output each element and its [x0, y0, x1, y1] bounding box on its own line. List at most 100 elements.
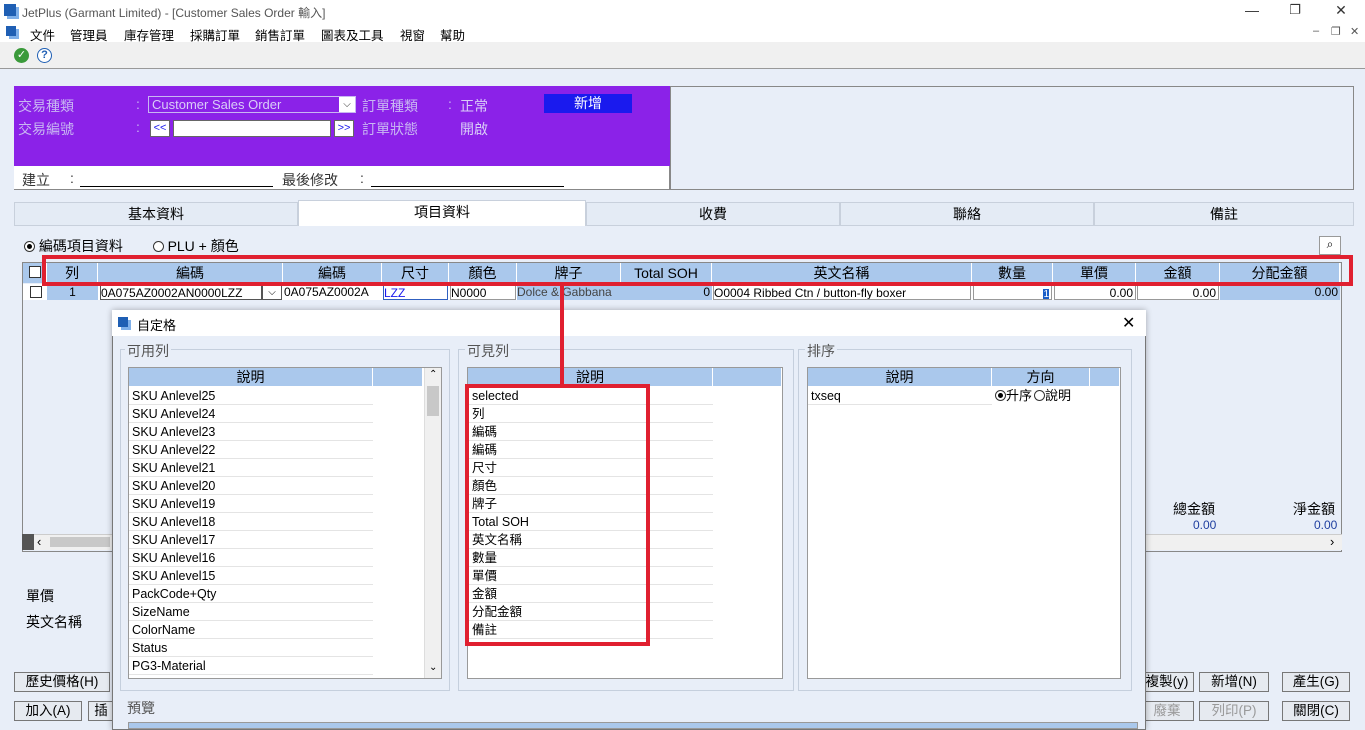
mdi-restore-button[interactable]: ❐ — [1331, 25, 1341, 38]
chevron-down-icon[interactable]: ⌵ — [262, 284, 282, 300]
available-item[interactable]: SKU Anlevel21 — [129, 459, 373, 477]
tab-contact[interactable]: 聯絡 — [840, 202, 1094, 226]
radio-code-items[interactable] — [24, 241, 35, 252]
chevron-down-icon[interactable]: ⌵ — [339, 97, 355, 112]
radio-code-items-label: 編碼項目資料 — [38, 238, 123, 254]
available-item[interactable]: SKU Anlevel24 — [129, 405, 373, 423]
available-scrollbar[interactable]: ⌃ ⌄ — [424, 368, 441, 678]
cell-size[interactable]: LZZ — [383, 284, 448, 300]
scroll-left-icon[interactable]: ‹ — [37, 534, 41, 549]
available-item[interactable]: Status — [129, 639, 373, 657]
available-item[interactable]: SKU Anlevel23 — [129, 423, 373, 441]
copy-button[interactable]: 複製(y) — [1140, 672, 1194, 692]
next-record-button[interactable]: >> — [334, 120, 354, 137]
restore-button[interactable]: ❐ — [1285, 2, 1305, 18]
scroll-up-icon[interactable]: ⌃ — [429, 369, 437, 380]
toolbar: ✓ ? — [0, 42, 1365, 69]
highlight-visible-columns — [465, 384, 650, 646]
scroll-right-icon[interactable]: › — [1330, 534, 1334, 549]
window-title: JetPlus (Garmant Limited) - [Customer Sa… — [22, 6, 326, 20]
create-value-line — [80, 186, 273, 187]
dialog-close-icon[interactable]: ✕ — [1122, 313, 1135, 333]
tab-items[interactable]: 項目資料 — [298, 200, 586, 226]
gross-total-value: 0.00 — [1193, 518, 1217, 532]
mdi-close-button[interactable]: ✕ — [1350, 25, 1359, 38]
txn-no-input[interactable] — [173, 120, 331, 137]
net-total-value: 0.00 — [1314, 518, 1338, 532]
radio-plu-color[interactable] — [152, 241, 164, 252]
cell-total-soh: 0 — [621, 284, 712, 300]
available-item[interactable]: PG3-Material — [129, 657, 373, 675]
available-item[interactable]: SizeName — [129, 603, 373, 621]
sort-list[interactable] — [807, 367, 1121, 679]
cell-eng-name[interactable]: O0004 Ribbed Ctn / button-fly boxer — [713, 284, 971, 300]
sort-field[interactable]: txseq — [808, 387, 992, 405]
grid-scroll-start — [22, 534, 34, 550]
cell-qty[interactable]: 1 — [973, 284, 1052, 300]
cell-amount[interactable]: 0.00 — [1137, 284, 1219, 300]
cell-row-no: 1 — [47, 284, 98, 300]
available-item[interactable]: SKU Anlevel22 — [129, 441, 373, 459]
print-button[interactable]: 列印(P) — [1199, 701, 1269, 721]
preview-label: 預覽 — [127, 700, 155, 716]
available-item[interactable]: SKU Anlevel16 — [129, 549, 373, 567]
available-label: 可用列 — [125, 341, 171, 361]
available-item[interactable]: SKU Anlevel25 — [129, 387, 373, 405]
sort-desc-header[interactable]: 說明 — [808, 368, 992, 386]
header-right-panel — [670, 86, 1354, 190]
minimize-button[interactable]: — — [1242, 2, 1262, 18]
prev-record-button[interactable]: << — [150, 120, 170, 137]
sort-desc-radio[interactable] — [1034, 390, 1046, 401]
visible-label: 可見列 — [465, 341, 511, 361]
tab-basic[interactable]: 基本資料 — [14, 202, 298, 226]
cell-code[interactable]: 0A075AZ0002AN0000LZZ — [100, 284, 262, 300]
close-window-button[interactable]: ✕ — [1331, 2, 1351, 19]
colon: : — [136, 119, 140, 135]
available-item[interactable]: SKU Anlevel19 — [129, 495, 373, 513]
cell-unit-price[interactable]: 0.00 — [1054, 284, 1136, 300]
unit-price-label: 單價 — [26, 588, 54, 604]
radio-plu-color-label: PLU + 顏色 — [167, 238, 239, 254]
modified-label: 最後修改 — [282, 172, 338, 188]
order-status-value: 開啟 — [460, 121, 488, 137]
sort-dir-header[interactable]: 方向 — [992, 368, 1090, 386]
cell-qty-value: 1 — [1043, 289, 1049, 300]
cell-color[interactable]: N0000 — [450, 284, 516, 300]
available-item[interactable]: SKU Anlevel15 — [129, 567, 373, 585]
txn-type-label: 交易種類 — [18, 98, 74, 114]
row-checkbox[interactable] — [30, 286, 42, 298]
check-icon[interactable]: ✓ — [14, 48, 29, 63]
scroll-thumb[interactable] — [50, 537, 110, 547]
dialog-title: 自定格 — [137, 318, 177, 333]
search-icon[interactable]: ⌕ — [1319, 236, 1341, 255]
available-item[interactable]: SKU Anlevel20 — [129, 477, 373, 495]
insert-button[interactable]: 插 — [88, 701, 114, 721]
available-item[interactable]: SKU Anlevel18 — [129, 513, 373, 531]
tab-remarks[interactable]: 備註 — [1094, 202, 1354, 226]
txn-type-select[interactable]: Customer Sales Order ⌵ — [148, 96, 356, 113]
net-total-label: 淨金額 — [1293, 501, 1335, 517]
colon: : — [448, 96, 452, 112]
add-button[interactable]: 加入(A) — [14, 701, 82, 721]
available-item[interactable]: PackCode+Qty — [129, 585, 373, 603]
mdi-minimize-button[interactable]: – — [1313, 25, 1319, 37]
scroll-down-icon[interactable]: ⌄ — [429, 662, 437, 673]
help-icon[interactable]: ? — [37, 48, 52, 63]
tab-charges[interactable]: 收費 — [586, 202, 840, 226]
generate-button[interactable]: 產生(G) — [1282, 672, 1350, 692]
highlight-connector — [560, 286, 564, 388]
void-button[interactable]: 廢棄 — [1140, 701, 1194, 721]
item-mode-radio-group: 編碼項目資料 PLU + 顏色 — [24, 236, 239, 256]
available-item[interactable]: SKU Anlevel17 — [129, 531, 373, 549]
mdi-icon — [6, 26, 16, 36]
close-form-button[interactable]: 關閉(C) — [1282, 701, 1350, 721]
new-button[interactable]: 新增(N) — [1199, 672, 1269, 692]
available-desc-header[interactable]: 說明 — [129, 368, 373, 386]
history-price-button[interactable]: 歷史價格(H) — [14, 672, 110, 692]
select-all-checkbox[interactable] — [28, 266, 41, 278]
scroll-thumb[interactable] — [427, 386, 439, 416]
sort-asc-radio[interactable] — [995, 390, 1006, 401]
title-bar: JetPlus (Garmant Limited) - [Customer Sa… — [0, 0, 1365, 22]
available-item[interactable]: ColorName — [129, 621, 373, 639]
order-type-label: 訂單種類 — [362, 98, 418, 114]
